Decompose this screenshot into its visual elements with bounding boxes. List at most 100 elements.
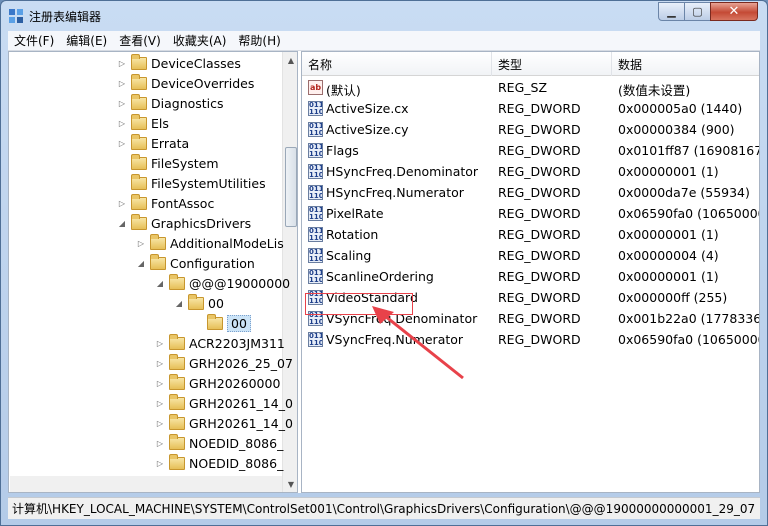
tree-item-label: GRH20261_14_0 xyxy=(189,395,293,411)
registry-tree[interactable]: ▲ ▼ ▷ DeviceClasses ▷ DeviceOverrides ▷ Diagn… xyxy=(8,51,298,493)
expand-arrow-icon[interactable]: ◢ xyxy=(136,259,146,268)
values-list[interactable]: 名称 类型 数据 ab (默认) REG_SZ (数值未设置) 011 110 Active… xyxy=(301,51,760,493)
value-row[interactable]: 011 110 Rotation REG_DWORD 0x00000001 (1) xyxy=(302,225,759,246)
expand-arrow-icon[interactable]: ◢ xyxy=(117,219,127,228)
folder-icon xyxy=(131,93,147,110)
menu-file[interactable]: 文件(F) xyxy=(8,32,60,49)
folder-icon xyxy=(150,253,166,270)
tree-item[interactable]: ▷ Els xyxy=(117,113,169,133)
value-row[interactable]: 011 110 PixelRate REG_DWORD 0x06590fa0 (1065… xyxy=(302,204,759,225)
value-row[interactable]: 011 110 Flags REG_DWORD 0x0101ff87 (16908167… xyxy=(302,141,759,162)
expand-arrow-icon[interactable]: ▷ xyxy=(155,399,165,408)
column-type[interactable]: 类型 xyxy=(492,52,612,76)
value-name: PixelRate xyxy=(326,206,384,221)
value-name: ActiveSize.cy xyxy=(326,122,409,137)
menu-view[interactable]: 查看(V) xyxy=(113,32,167,49)
tree-item-label: AdditionalModeLis xyxy=(170,235,284,251)
expand-arrow-icon[interactable]: ▷ xyxy=(117,99,127,108)
value-data: 0x00000001 (1) xyxy=(618,227,719,242)
tree-item[interactable]: ◢ GraphicsDrivers xyxy=(117,213,251,233)
menu-favorites[interactable]: 收藏夹(A) xyxy=(167,32,233,49)
expand-arrow-icon[interactable]: ▷ xyxy=(117,59,127,68)
tree-horizontal-scrollbar[interactable] xyxy=(10,476,282,492)
menu-bar: 文件(F) 编辑(E) 查看(V) 收藏夹(A) 帮助(H) xyxy=(8,31,760,51)
tree-item-label: 00 xyxy=(208,295,224,311)
value-row[interactable]: 011 110 ActiveSize.cx REG_DWORD 0x000005a0 (… xyxy=(302,99,759,120)
expand-arrow-icon[interactable]: ◢ xyxy=(174,299,184,308)
tree-item[interactable]: ▷ GRH20260000 xyxy=(155,373,280,393)
expand-arrow-icon[interactable]: ▷ xyxy=(155,339,165,348)
value-type: REG_DWORD xyxy=(498,269,581,284)
value-type: REG_SZ xyxy=(498,80,548,95)
folder-icon xyxy=(131,113,147,130)
value-data: 0x00000384 (900) xyxy=(618,122,735,137)
folder-icon xyxy=(169,353,185,370)
binary-value-icon: 011 110 xyxy=(308,248,323,263)
tree-item[interactable]: ▷ AdditionalModeLis xyxy=(136,233,284,253)
value-data: (数值未设置) xyxy=(618,83,691,98)
tree-item-label: GRH20260000 xyxy=(189,375,281,391)
expand-arrow-icon[interactable]: ◢ xyxy=(155,279,165,288)
value-type: REG_DWORD xyxy=(498,122,581,137)
tree-item-label: DeviceClasses xyxy=(151,55,241,71)
column-name[interactable]: 名称 xyxy=(302,52,492,76)
binary-value-icon: 011 110 xyxy=(308,164,323,179)
expand-arrow-icon[interactable]: ▷ xyxy=(117,139,127,148)
value-name: ActiveSize.cx xyxy=(326,101,409,116)
close-button[interactable]: ✕ xyxy=(710,2,758,21)
tree-item[interactable]: ▷ Errata xyxy=(117,133,189,153)
tree-item-label: DeviceOverrides xyxy=(151,75,255,91)
tree-item[interactable]: ▷ ACR2203JM311 xyxy=(155,333,285,353)
binary-value-icon: 011 110 xyxy=(308,101,323,116)
tree-item[interactable]: ▷ FontAssoc xyxy=(117,193,214,213)
menu-help[interactable]: 帮助(H) xyxy=(232,32,286,49)
tree-item[interactable]: ◢ @@@19000000 xyxy=(155,273,290,293)
tree-item[interactable]: FileSystem xyxy=(117,153,219,173)
tree-item[interactable]: ▷ Diagnostics xyxy=(117,93,224,113)
expand-arrow-icon[interactable]: ▷ xyxy=(155,439,165,448)
tree-item[interactable]: ▷ GRH20261_14_0 xyxy=(155,413,293,433)
folder-icon xyxy=(207,313,223,330)
expand-arrow-icon[interactable]: ▷ xyxy=(155,359,165,368)
tree-item[interactable]: ▷ GRH20261_14_0 xyxy=(155,393,293,413)
tree-item[interactable]: ▷ DeviceOverrides xyxy=(117,73,254,93)
tree-item[interactable]: ◢ 00 xyxy=(174,293,224,313)
maximize-button[interactable]: ▢ xyxy=(684,2,711,21)
scroll-down-icon[interactable]: ▼ xyxy=(283,476,297,492)
tree-item-label: NOEDID_8086_ xyxy=(189,455,284,471)
tree-item[interactable]: ▷ GRH2026_25_07 xyxy=(155,353,293,373)
column-data[interactable]: 数据 xyxy=(612,52,759,76)
value-row[interactable]: ab (默认) REG_SZ (数值未设置) xyxy=(302,78,759,99)
minimize-button[interactable]: ▁ xyxy=(658,2,685,21)
title-bar[interactable]: 注册表编辑器 ▁ ▢ ✕ xyxy=(1,1,767,31)
value-name: Rotation xyxy=(326,227,379,242)
value-name: ScanlineOrdering xyxy=(326,269,434,284)
tree-item[interactable]: 00 xyxy=(193,313,251,333)
expand-arrow-icon[interactable]: ▷ xyxy=(155,419,165,428)
expand-arrow-icon[interactable]: ▷ xyxy=(117,199,127,208)
folder-icon xyxy=(169,333,185,350)
binary-value-icon: 011 110 xyxy=(308,206,323,221)
tree-item[interactable]: FileSystemUtilities xyxy=(117,173,266,193)
value-type: REG_DWORD xyxy=(498,143,581,158)
value-row[interactable]: 011 110 HSyncFreq.Numerator REG_DWORD 0x0000… xyxy=(302,183,759,204)
menu-edit[interactable]: 编辑(E) xyxy=(60,32,113,49)
expand-arrow-icon[interactable]: ▷ xyxy=(117,79,127,88)
scroll-thumb[interactable] xyxy=(285,147,297,227)
expand-arrow-icon[interactable]: ▷ xyxy=(117,119,127,128)
expand-arrow-icon[interactable]: ▷ xyxy=(136,239,146,248)
tree-item[interactable]: ▷ DeviceClasses xyxy=(117,53,241,73)
tree-item[interactable]: ▷ NOEDID_8086_ xyxy=(155,433,283,453)
value-row[interactable]: 011 110 ScanlineOrdering REG_DWORD 0x0000000… xyxy=(302,267,759,288)
expand-arrow-icon[interactable]: ▷ xyxy=(155,379,165,388)
value-row[interactable]: 011 110 HSyncFreq.Denominator REG_DWORD 0x00… xyxy=(302,162,759,183)
tree-item[interactable]: ▷ NOEDID_8086_ xyxy=(155,453,283,473)
folder-icon xyxy=(131,73,147,90)
value-row[interactable]: 011 110 Scaling REG_DWORD 0x00000004 (4) xyxy=(302,246,759,267)
expand-arrow-icon[interactable]: ▷ xyxy=(155,459,165,468)
scroll-up-icon[interactable]: ▲ xyxy=(283,52,297,68)
main-content: ▲ ▼ ▷ DeviceClasses ▷ DeviceOverrides ▷ Diagn… xyxy=(8,51,760,493)
tree-item[interactable]: ◢ Configuration xyxy=(136,253,255,273)
folder-icon xyxy=(169,393,185,410)
value-row[interactable]: 011 110 ActiveSize.cy REG_DWORD 0x00000384 (… xyxy=(302,120,759,141)
